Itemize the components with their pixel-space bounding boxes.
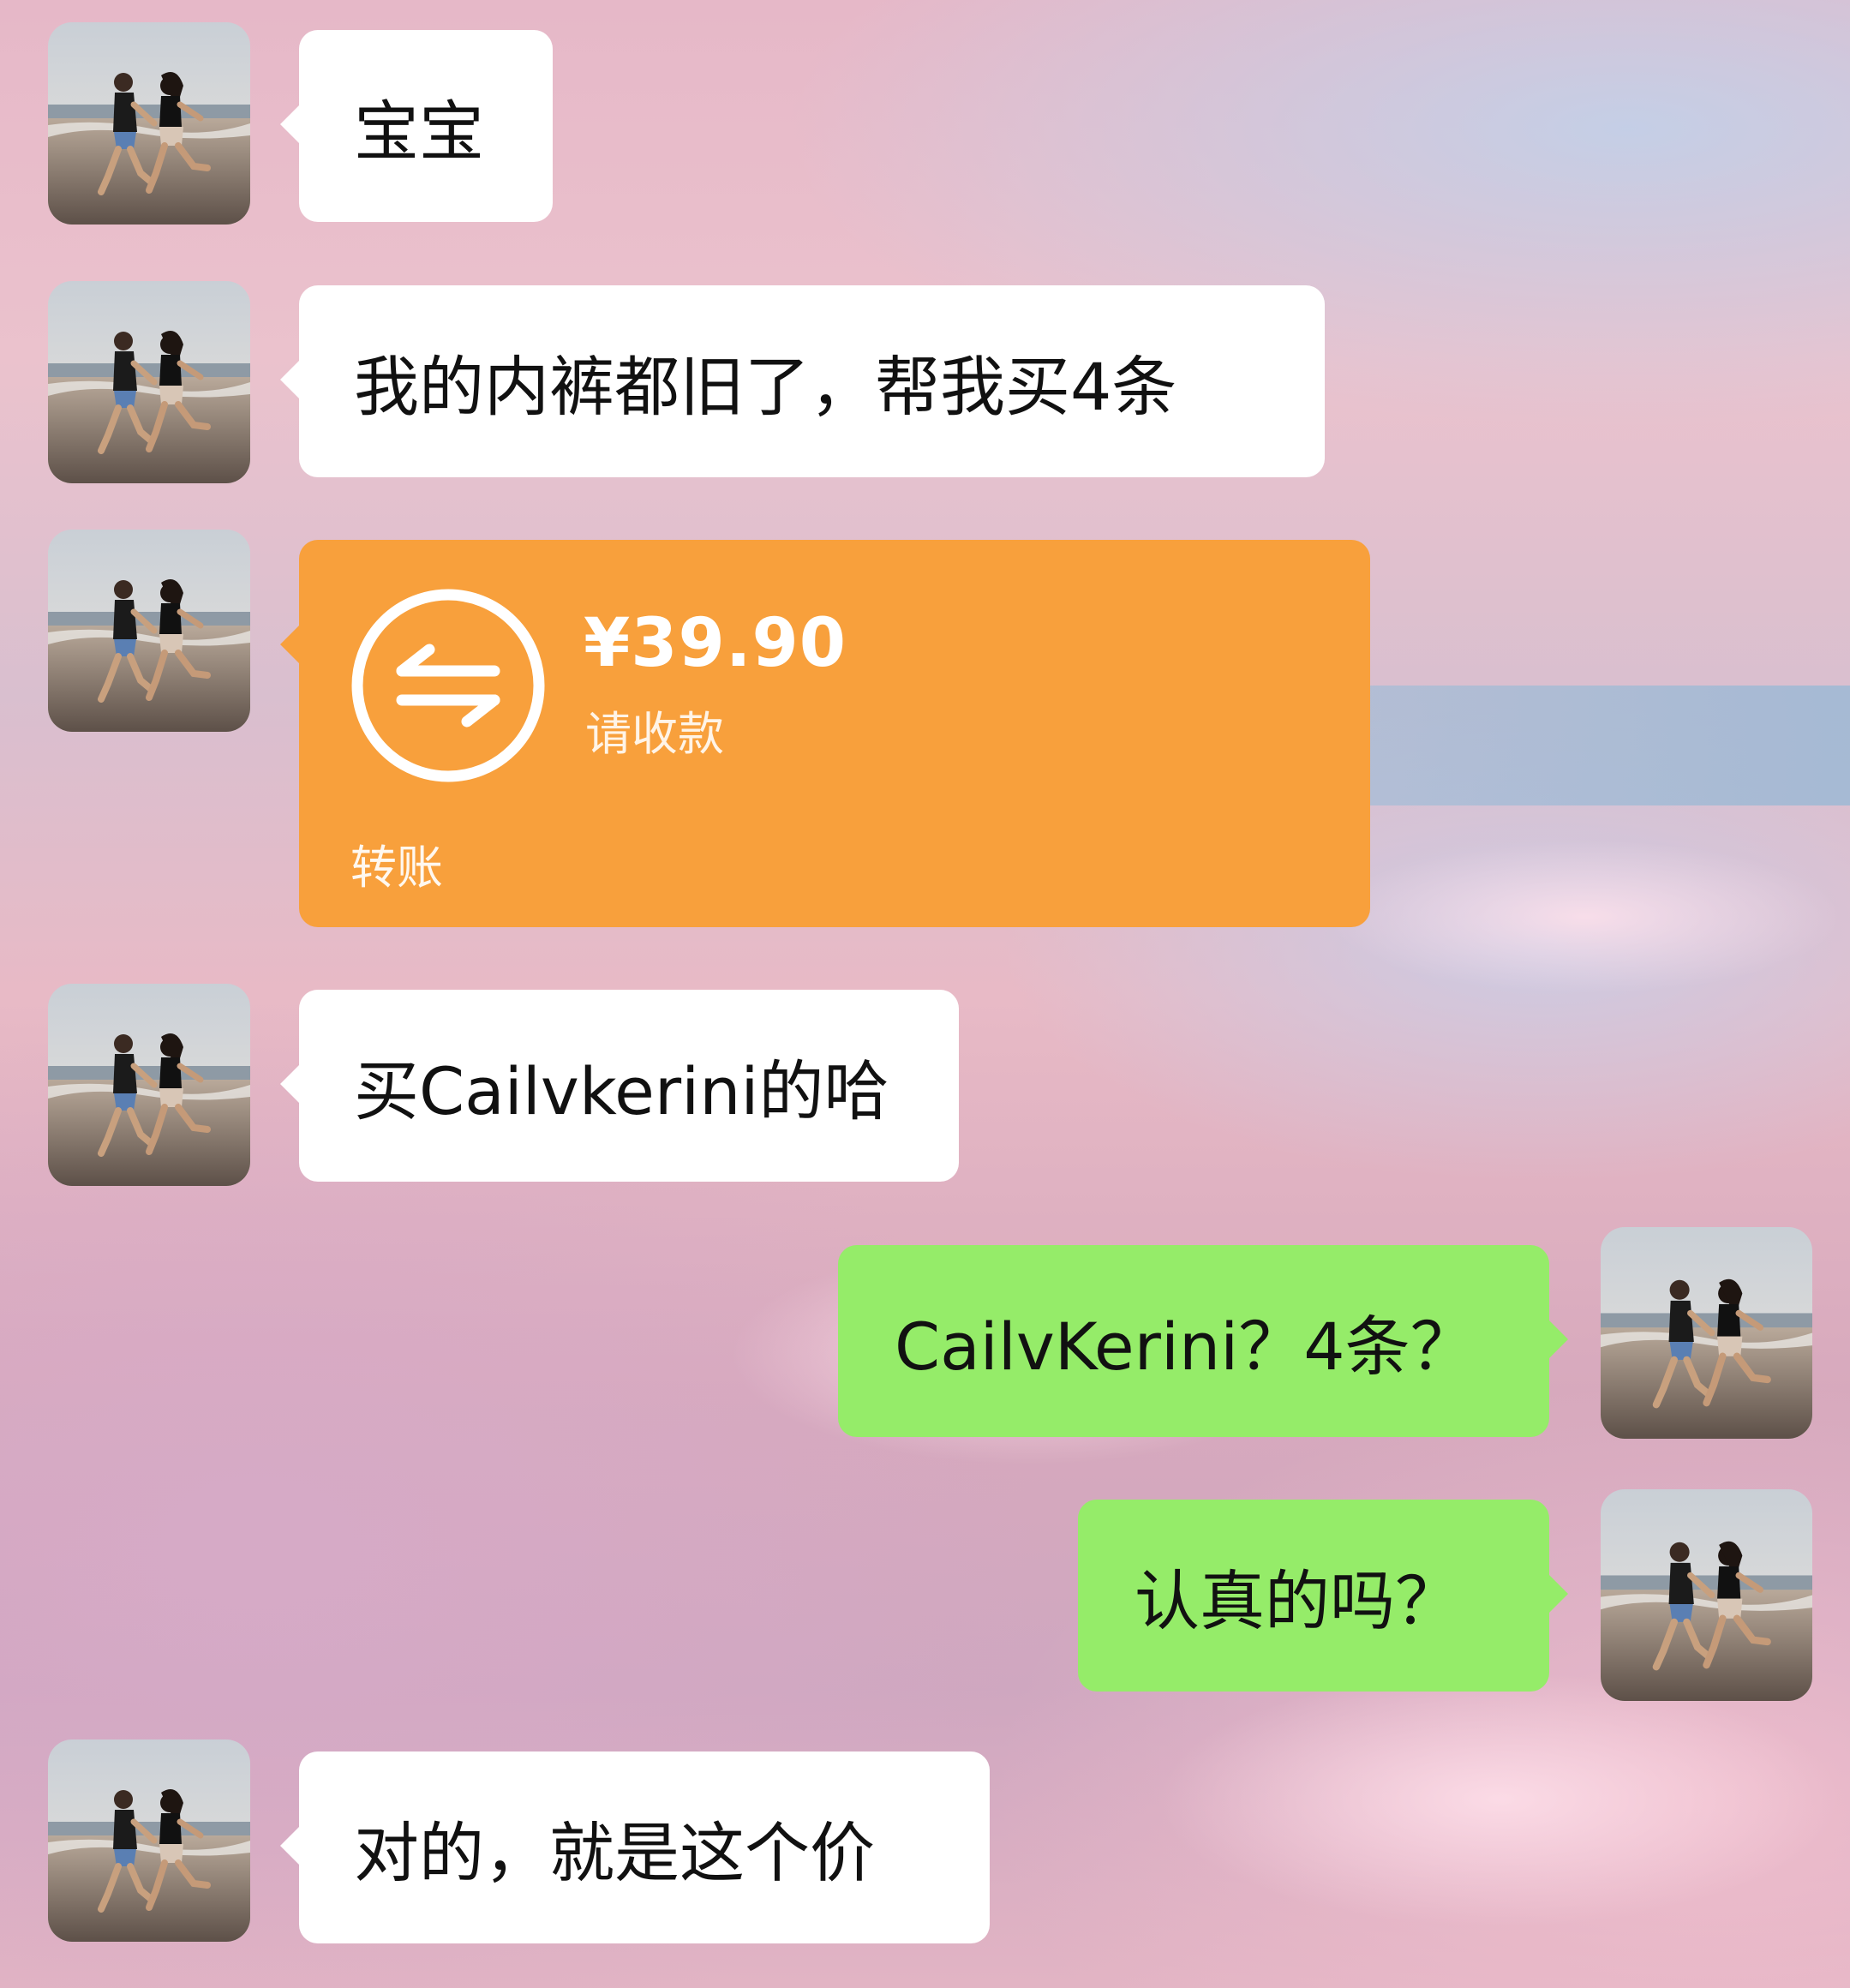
message-bubble-outgoing[interactable]: CailvKerini？4条？	[838, 1245, 1568, 1437]
couple-running-on-beach-photo	[1601, 1489, 1812, 1701]
message-bubble-incoming[interactable]: 买Cailvkerini的哈	[280, 990, 959, 1182]
contact-avatar[interactable]	[48, 984, 250, 1186]
message-text: 我的内裤都旧了，帮我买4条	[354, 349, 1177, 425]
couple-running-on-beach-photo	[48, 22, 250, 225]
message-text: CailvKerini？4条？	[895, 1308, 1476, 1385]
my-avatar[interactable]	[1601, 1227, 1812, 1439]
couple-running-on-beach-photo	[1601, 1227, 1812, 1439]
message-bubble-incoming[interactable]: 我的内裤都旧了，帮我买4条	[280, 285, 1325, 477]
message-bubble-incoming[interactable]: 对的，就是这个价	[280, 1751, 990, 1943]
message-text: 认真的吗？	[1135, 1563, 1460, 1639]
message-text: 宝宝	[354, 93, 484, 170]
couple-running-on-beach-photo	[48, 281, 250, 483]
background-foam	[1157, 1671, 1842, 1928]
transfer-arrows-icon	[351, 589, 545, 782]
transfer-label: 转账	[350, 841, 443, 895]
message-text: 对的，就是这个价	[354, 1815, 875, 1891]
couple-running-on-beach-photo	[48, 1740, 250, 1942]
message-text: 买Cailvkerini的哈	[354, 1053, 889, 1129]
background-foam	[1328, 840, 1842, 994]
transfer-amount: ¥39.90	[584, 605, 847, 682]
contact-avatar[interactable]	[48, 22, 250, 225]
contact-avatar[interactable]	[48, 1740, 250, 1942]
my-avatar[interactable]	[1601, 1489, 1812, 1701]
couple-running-on-beach-photo	[48, 984, 250, 1186]
transfer-note: 请收款	[585, 707, 724, 761]
transfer-card[interactable]: ¥39.90 请收款 转账	[280, 540, 1370, 927]
contact-avatar[interactable]	[48, 530, 250, 732]
couple-running-on-beach-photo	[48, 530, 250, 732]
contact-avatar[interactable]	[48, 281, 250, 483]
message-bubble-outgoing[interactable]: 认真的吗？	[1078, 1500, 1568, 1692]
message-bubble-incoming[interactable]: 宝宝	[280, 30, 553, 222]
